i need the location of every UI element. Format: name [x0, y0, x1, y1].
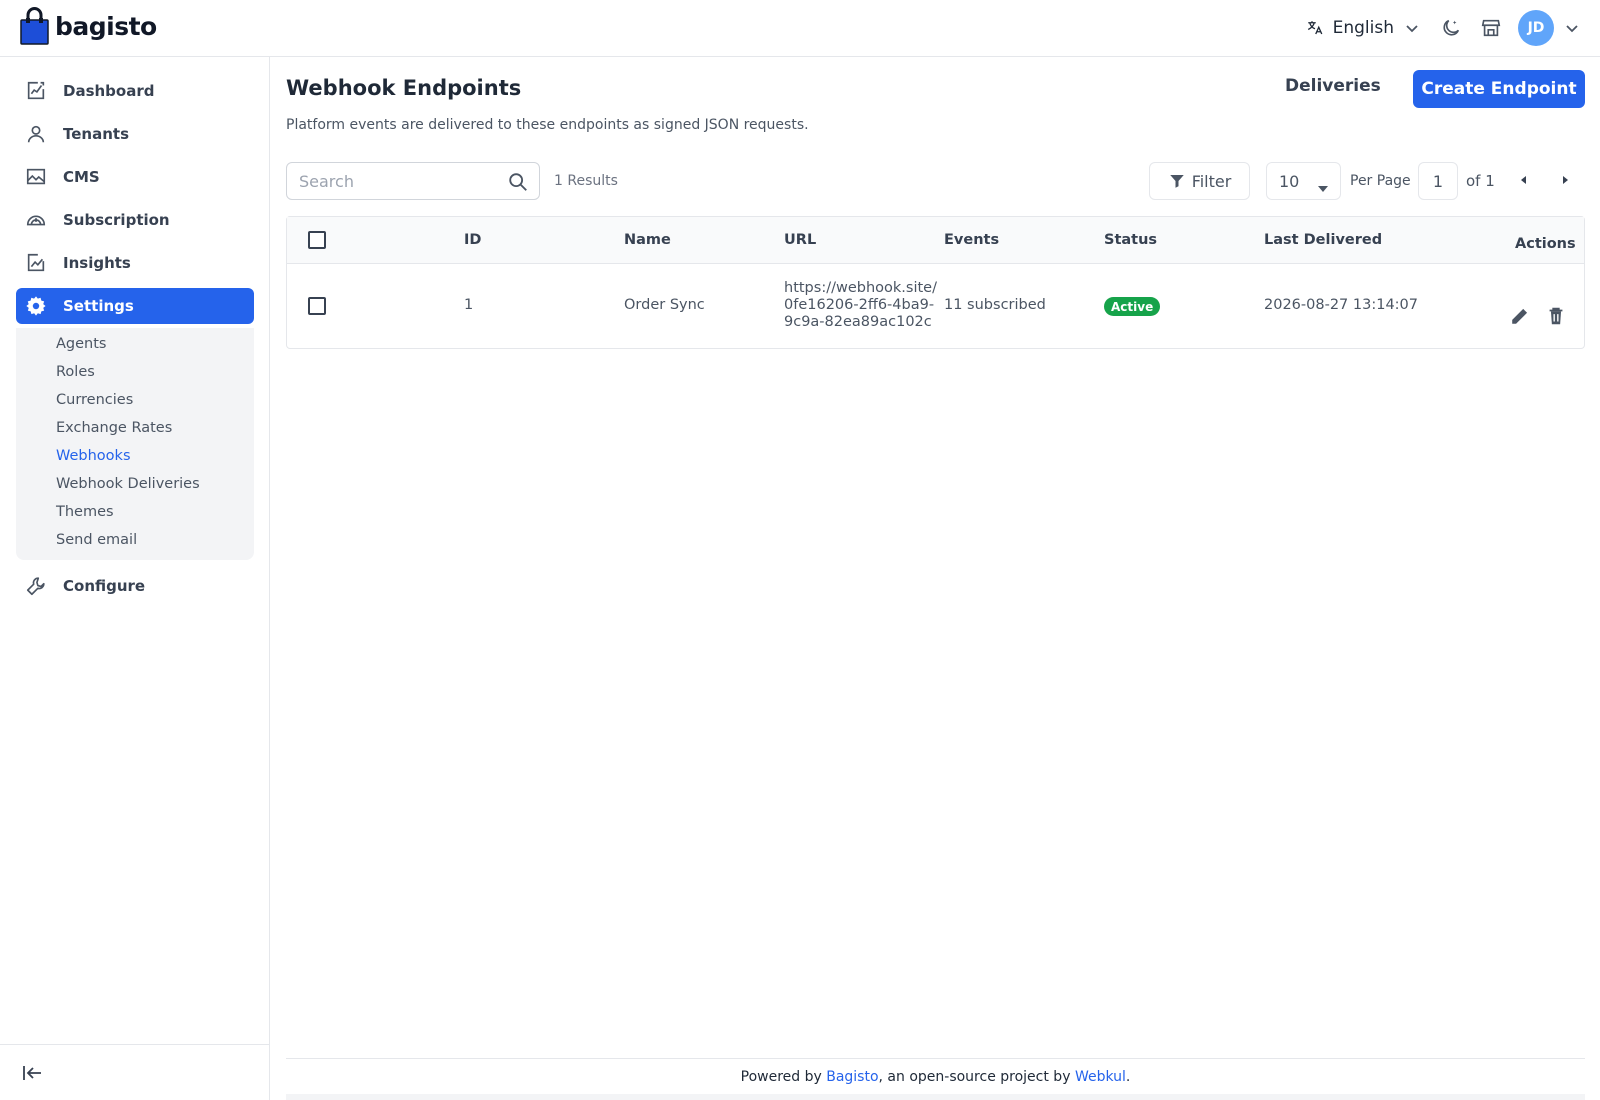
sidebar-item-label: Subscription: [63, 211, 170, 229]
language-switcher[interactable]: English: [1305, 18, 1420, 38]
filter-label: Filter: [1191, 171, 1232, 191]
search-icon[interactable]: [507, 171, 529, 193]
dark-mode-icon[interactable]: [1438, 15, 1464, 41]
search-input[interactable]: [299, 163, 499, 199]
sidebar-item-insights[interactable]: Insights: [16, 245, 254, 281]
gear-icon: [24, 294, 48, 318]
page-total: of 1: [1466, 172, 1495, 190]
sidebar-item-label: Configure: [63, 577, 146, 595]
submenu-item-roles[interactable]: Roles: [56, 364, 95, 380]
top-header: bagisto English JD: [0, 0, 1600, 57]
page-number-input[interactable]: 1: [1418, 162, 1458, 200]
column-header-last-delivered[interactable]: Last Delivered: [1264, 232, 1382, 248]
create-endpoint-button[interactable]: Create Endpoint: [1413, 70, 1585, 108]
submenu-item-webhook-deliveries[interactable]: Webhook Deliveries: [56, 476, 200, 492]
sidebar-item-label: Dashboard: [63, 82, 155, 100]
submenu-item-agents[interactable]: Agents: [56, 336, 106, 352]
sidebar: Dashboard Tenants CMS Subscription Insig…: [0, 57, 270, 1100]
submenu-item-themes[interactable]: Themes: [56, 504, 114, 520]
footer-middle: , an open-source project by: [878, 1069, 1075, 1085]
chevron-down-icon[interactable]: [1564, 20, 1580, 36]
filter-icon: [1168, 172, 1186, 190]
cell-id: 1: [464, 297, 474, 313]
caret-down-icon: [1318, 178, 1328, 192]
cell-last-delivered: 2026-08-27 13:14:07: [1264, 297, 1418, 313]
page-title: Webhook Endpoints: [286, 76, 522, 100]
edit-icon[interactable]: [1509, 305, 1533, 329]
url-line: 0fe16206-2ff6-4ba9-: [784, 297, 935, 313]
status-badge: Active: [1104, 297, 1161, 316]
column-header-status[interactable]: Status: [1104, 232, 1157, 248]
submenu-item-currencies[interactable]: Currencies: [56, 392, 133, 408]
page-subtitle: Platform events are delivered to these e…: [286, 117, 809, 133]
url-line: 9c9a-82ea89ac102c: [784, 314, 932, 330]
collapse-sidebar-icon[interactable]: [22, 1063, 44, 1083]
webhooks-table: ID Name URL Events Status Last Delivered…: [286, 216, 1585, 349]
cms-icon: [24, 165, 48, 189]
table-header: ID Name URL Events Status Last Delivered…: [287, 217, 1584, 264]
shopping-bag-icon: [20, 7, 49, 45]
sidebar-item-label: Tenants: [63, 125, 129, 143]
sidebar-item-configure[interactable]: Configure: [16, 568, 254, 604]
bagisto-logo[interactable]: bagisto: [20, 7, 157, 45]
submenu-item-webhooks[interactable]: Webhooks: [56, 448, 131, 464]
row-checkbox[interactable]: [308, 297, 326, 315]
language-label: English: [1332, 18, 1394, 38]
submenu-item-exchange-rates[interactable]: Exchange Rates: [56, 420, 172, 436]
cell-url: https://webhook.site/ 0fe16206-2ff6-4ba9…: [784, 280, 937, 331]
insights-icon: [24, 251, 48, 275]
logo-text: bagisto: [55, 11, 157, 41]
bagisto-link[interactable]: Bagisto: [826, 1069, 878, 1085]
submenu-item-send-email[interactable]: Send email: [56, 532, 137, 548]
dashboard-icon: [24, 79, 48, 103]
avatar[interactable]: JD: [1518, 10, 1554, 46]
sidebar-item-settings[interactable]: Settings: [16, 288, 254, 324]
filter-button[interactable]: Filter: [1149, 162, 1250, 200]
select-all-checkbox[interactable]: [308, 231, 326, 249]
per-page-value: 10: [1279, 171, 1300, 191]
settings-submenu: Agents Roles Currencies Exchange Rates W…: [16, 328, 254, 560]
deliveries-button[interactable]: Deliveries: [1285, 76, 1381, 96]
sidebar-collapse[interactable]: [0, 1044, 269, 1100]
column-header-id[interactable]: ID: [464, 232, 481, 248]
column-header-name[interactable]: Name: [624, 232, 671, 248]
translate-icon: [1305, 18, 1325, 38]
cell-name: Order Sync: [624, 297, 705, 313]
column-header-actions: Actions: [1515, 236, 1576, 252]
next-page-icon[interactable]: [1557, 172, 1573, 188]
per-page-select[interactable]: 10: [1266, 162, 1341, 200]
url-line: https://webhook.site/: [784, 280, 937, 296]
webkul-link[interactable]: Webkul: [1075, 1069, 1126, 1085]
column-header-url[interactable]: URL: [784, 232, 816, 248]
subscription-icon: [24, 208, 48, 232]
wrench-icon: [24, 574, 48, 598]
footer-prefix: Powered by: [740, 1069, 827, 1085]
sidebar-item-label: Settings: [63, 297, 134, 315]
footer-strip: [286, 1094, 1585, 1100]
previous-page-icon[interactable]: [1516, 172, 1532, 188]
results-count: 1 Results: [554, 173, 618, 189]
store-icon[interactable]: [1478, 15, 1504, 41]
sidebar-item-label: CMS: [63, 168, 100, 186]
user-icon: [24, 122, 48, 146]
sidebar-item-cms[interactable]: CMS: [16, 159, 254, 195]
column-header-events[interactable]: Events: [944, 232, 999, 248]
sidebar-item-label: Insights: [63, 254, 131, 272]
delete-icon[interactable]: [1545, 305, 1569, 329]
footer-suffix: .: [1125, 1069, 1131, 1085]
chevron-down-icon: [1404, 20, 1420, 36]
cell-events: 11 subscribed: [944, 297, 1046, 313]
per-page-label: Per Page: [1350, 173, 1411, 189]
search-box: [286, 162, 540, 200]
sidebar-item-tenants[interactable]: Tenants: [16, 116, 254, 152]
sidebar-item-subscription[interactable]: Subscription: [16, 202, 254, 238]
sidebar-item-dashboard[interactable]: Dashboard: [16, 73, 254, 109]
table-row: 1 Order Sync https://webhook.site/ 0fe16…: [287, 265, 1584, 349]
